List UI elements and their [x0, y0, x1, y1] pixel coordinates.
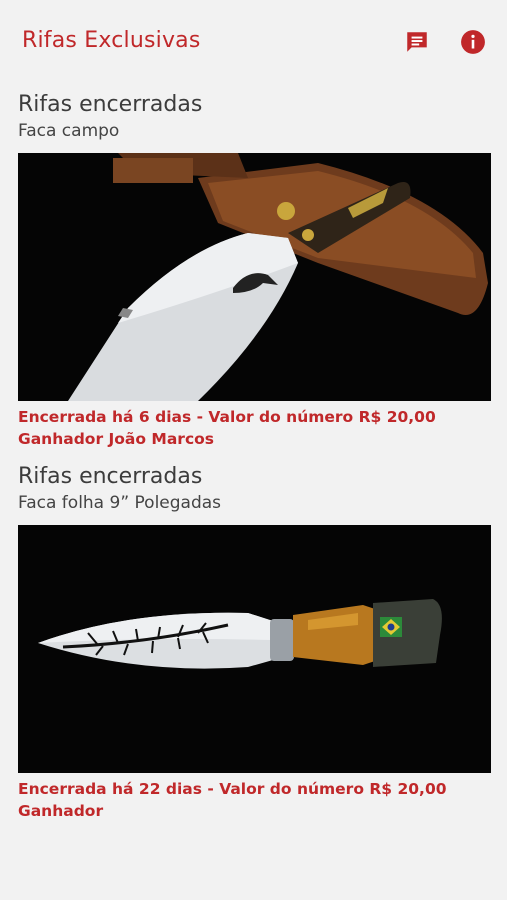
section-heading: Rifas encerradas: [18, 92, 203, 117]
app-title: Rifas Exclusivas: [22, 28, 201, 53]
raffle-winner: Ganhador João Marcos: [18, 430, 215, 448]
raffle-name: Faca campo: [18, 121, 120, 141]
raffle-name: Faca folha 9” Polegadas: [18, 493, 222, 513]
raffle-card[interactable]: Rifas encerradas Faca folha 9” Polegadas…: [18, 464, 491, 820]
raffle-winner: Ganhador: [18, 802, 104, 820]
raffle-photo[interactable]: [18, 525, 491, 773]
raffle-photo[interactable]: [18, 153, 491, 401]
app-bar: Rifas Exclusivas: [0, 0, 507, 82]
raffle-status: Encerrada há 22 dias - Valor do número R…: [18, 780, 447, 798]
raffle-status: Encerrada há 6 dias - Valor do número R$…: [18, 408, 436, 426]
raffle-card[interactable]: Rifas encerradas Faca campo Encerrada há…: [18, 92, 491, 448]
chat-icon[interactable]: [403, 28, 431, 56]
section-heading: Rifas encerradas: [18, 464, 203, 489]
info-icon[interactable]: [459, 28, 487, 56]
